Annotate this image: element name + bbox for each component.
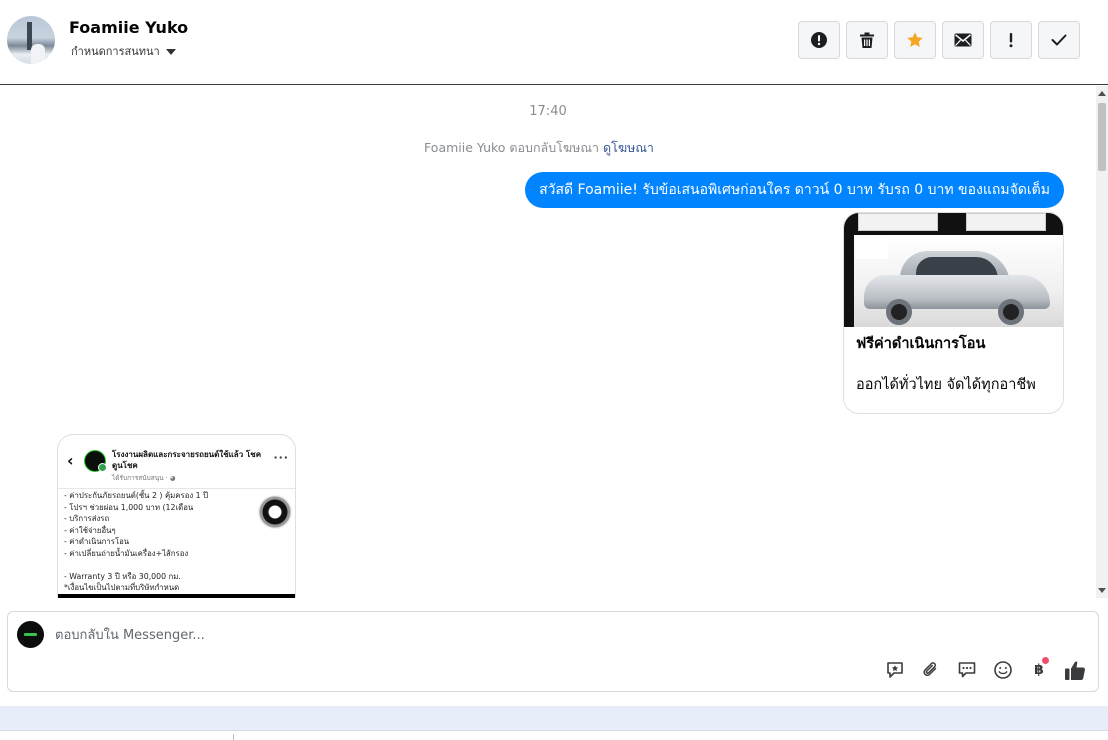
emoji-icon bbox=[994, 661, 1012, 679]
delete-button[interactable] bbox=[846, 21, 888, 59]
star-icon bbox=[907, 32, 923, 47]
scroll-up-arrow-icon[interactable] bbox=[1098, 91, 1106, 96]
message-timestamp: 17:40 bbox=[529, 104, 567, 119]
notification-dot bbox=[1042, 657, 1049, 664]
shared-post-list-item: - ค่าเปลี่ยนถ่ายน้ำมันเครื่อง+ไส้กรอง bbox=[64, 548, 189, 558]
exclamation-icon bbox=[1009, 33, 1013, 48]
thumbs-up-icon bbox=[1065, 660, 1085, 680]
shared-post-list-item: - ค่าใช้จ่ายอื่นๆ bbox=[64, 525, 116, 535]
shared-post-page-title: โรงงานผลิตและกระจายรถยนต์ใช้แล้ว โชค ดูน… bbox=[112, 450, 262, 470]
ad-reply-note: Foamiie Yuko ตอบกลับโฆษณา ดูโฆษณา bbox=[0, 138, 1078, 158]
thread-scrollbar[interactable] bbox=[1096, 86, 1108, 598]
exclamation-circle-icon bbox=[811, 32, 827, 48]
footer-band bbox=[0, 706, 1108, 730]
message-thread: 17:40 Foamiie Yuko ตอบกลับโฆษณา ดูโฆษณา … bbox=[0, 86, 1108, 598]
conversation-schedule-dropdown[interactable]: กำหนดการสนทนา bbox=[71, 42, 176, 60]
shared-post-header: ‹ โรงงานผลิตและกระจายรถยนต์ใช้แล้ว โชค ด… bbox=[58, 435, 295, 489]
conversation-header: Foamiie Yuko กำหนดการสนทนา bbox=[0, 0, 1108, 85]
trash-icon bbox=[860, 32, 874, 48]
car-image bbox=[844, 213, 1063, 327]
shared-post-list-item: *เงื่อนไขเป็นไปตามที่บริษัทกำหนด bbox=[64, 583, 180, 592]
reply-input[interactable] bbox=[55, 625, 855, 645]
reply-composer: ฿ bbox=[7, 611, 1099, 692]
conversation-schedule-label: กำหนดการสนทนา bbox=[71, 45, 160, 58]
tire-image bbox=[258, 495, 292, 529]
shared-post-list-item: - บริการส่งรถ bbox=[64, 514, 110, 523]
outgoing-message-bubble[interactable]: สวัสดี Foamiie! รับข้อเสนอพิเศษก่อนใคร ด… bbox=[525, 172, 1064, 208]
back-arrow-icon: ‹ bbox=[67, 451, 74, 470]
ad-preview-card[interactable]: ฟรีค่าดำเนินการโอน ออกได้ทั่วไทย จัดได้ท… bbox=[843, 212, 1064, 414]
ad-card-description: ออกได้ทั่วไทย จัดได้ทุกอาชีพ bbox=[856, 377, 1036, 393]
more-options-icon: ··· bbox=[273, 451, 289, 464]
attachment-button[interactable] bbox=[919, 658, 943, 682]
saved-reply-button[interactable] bbox=[883, 658, 907, 682]
shared-post-list-item bbox=[64, 559, 254, 571]
shared-post-image[interactable]: ‹ โรงงานผลิตและกระจายรถยนต์ใช้แล้ว โชค ด… bbox=[57, 434, 296, 598]
shared-post-list-item: - ค่าประกันภัยรถยนต์(ชั้น 2 ) คุ้มครอง 1… bbox=[64, 491, 209, 500]
shared-post-list: - ค่าประกันภัยรถยนต์(ชั้น 2 ) คุ้มครอง 1… bbox=[64, 490, 254, 594]
contact-avatar[interactable] bbox=[7, 16, 55, 64]
shared-post-list-item: - Warranty 3 ปี หรือ 30,000 กม. bbox=[64, 571, 181, 581]
view-ad-link[interactable]: ดูโฆษณา bbox=[603, 140, 654, 155]
ad-card-title: ฟรีค่าดำเนินการโอน bbox=[856, 336, 986, 352]
scroll-thumb[interactable] bbox=[1098, 103, 1106, 171]
scroll-down-arrow-icon[interactable] bbox=[1098, 588, 1106, 593]
mark-done-button[interactable] bbox=[1038, 21, 1080, 59]
page-avatar bbox=[17, 621, 44, 648]
chat-bubble-button[interactable] bbox=[955, 658, 979, 682]
ad-reply-note-text: Foamiie Yuko ตอบกลับโฆษณา bbox=[424, 140, 599, 155]
contact-name[interactable]: Foamiie Yuko bbox=[69, 18, 188, 37]
envelope-icon bbox=[954, 33, 972, 47]
conversation-actions bbox=[798, 21, 1080, 59]
shared-post-list-item: - โปรฯ ช่วยผ่อน 1,000 บาท (12เดือน bbox=[64, 502, 194, 512]
baht-payment-icon: ฿ bbox=[1034, 662, 1044, 678]
shared-post-list-item: - ค่าดำเนินการโอน bbox=[64, 537, 130, 546]
caret-down-icon bbox=[165, 48, 176, 55]
follow-up-button[interactable] bbox=[990, 21, 1032, 59]
composer-tools: ฿ bbox=[883, 657, 1087, 682]
avatar-photo-figure bbox=[31, 44, 45, 64]
like-button[interactable] bbox=[1063, 658, 1087, 682]
attachment-icon bbox=[923, 662, 937, 677]
inbox-conversation-view: Foamiie Yuko กำหนดการสนทนา 17:40 Foamiie… bbox=[0, 0, 1108, 740]
shared-post-sponsored: ได้รับการสนับสนุน · ◕ bbox=[112, 474, 176, 482]
spam-report-button[interactable] bbox=[798, 21, 840, 59]
emoji-button[interactable] bbox=[991, 658, 1015, 682]
mark-unread-button[interactable] bbox=[942, 21, 984, 59]
page-avatar bbox=[84, 450, 107, 472]
chat-bubble-icon bbox=[958, 662, 976, 678]
check-icon bbox=[1051, 34, 1067, 46]
dealer-logo bbox=[856, 237, 888, 259]
star-button[interactable] bbox=[894, 21, 936, 59]
saved-reply-icon bbox=[887, 662, 903, 678]
baht-payment-button[interactable]: ฿ bbox=[1027, 657, 1051, 682]
